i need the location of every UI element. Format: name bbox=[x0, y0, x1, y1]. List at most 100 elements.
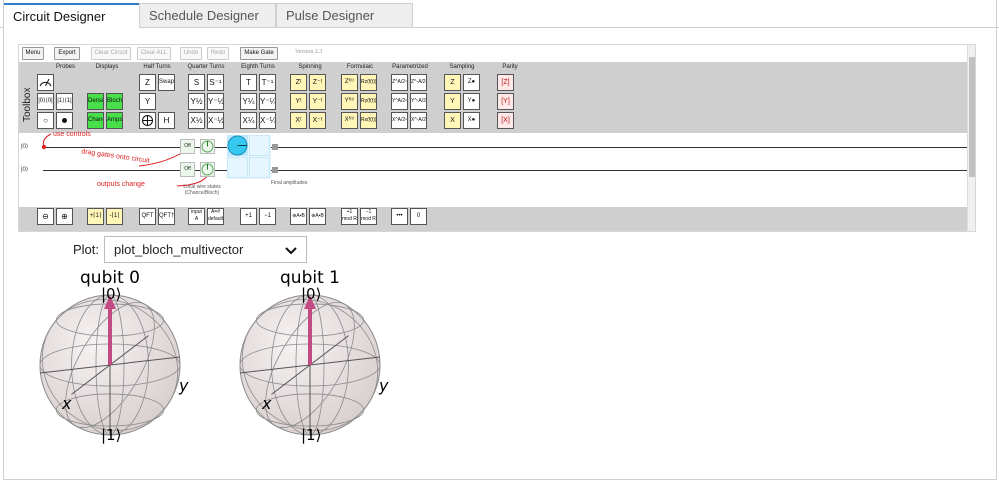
category-formulaic: Formulaic bbox=[346, 64, 374, 70]
use-controls-annotation: use controls bbox=[53, 131, 91, 138]
x-neg-a-gate[interactable]: X^-A/2ⁿ bbox=[410, 112, 427, 129]
toolbox-label: Toolbox bbox=[22, 87, 33, 122]
sample-y-gate[interactable]: Y bbox=[444, 93, 461, 110]
chance-display-gate[interactable]: Chance bbox=[87, 112, 104, 129]
amplitude-cell bbox=[249, 157, 270, 178]
t-inv-gate[interactable]: T⁻¹ bbox=[259, 74, 276, 91]
ry-ft-gate[interactable]: Ry(f(t)) bbox=[360, 93, 377, 110]
plot-type-select[interactable]: plot_bloch_multivector bbox=[104, 236, 307, 263]
final-amplitudes-label: Final amplitudes bbox=[271, 180, 308, 186]
minus-one-gate[interactable]: −1 bbox=[259, 208, 276, 225]
s-inv-gate[interactable]: S⁻¹ bbox=[207, 74, 224, 91]
decrement-gate[interactable]: ⊖ bbox=[37, 208, 54, 225]
control-gate[interactable] bbox=[56, 112, 73, 129]
sample-x-det-gate[interactable]: X● bbox=[463, 112, 480, 129]
y-ft-gate[interactable]: Yᶠ⁽ᵗ⁾ bbox=[341, 93, 358, 110]
plus-one-mod-r-gate[interactable]: +1 mod R bbox=[341, 208, 358, 225]
qft-gate[interactable]: QFT bbox=[139, 208, 156, 225]
probe-0-gate[interactable]: |0⟩⟨0| bbox=[37, 93, 54, 110]
bloch-sphere-qubit-1: qubit 1 |0⟩ |1⟩ x y bbox=[200, 265, 420, 445]
spacer-gate[interactable]: ••• bbox=[391, 208, 408, 225]
x-gate[interactable] bbox=[139, 112, 156, 129]
x-a-gate[interactable]: X^A/2ⁿ bbox=[391, 112, 408, 129]
category-probes: Probes bbox=[55, 64, 75, 70]
x-neg-quarter-gate[interactable]: X⁻¼ bbox=[259, 112, 276, 129]
parity-x-gate[interactable]: [X] bbox=[497, 112, 514, 129]
quirk-frame[interactable]: Menu Export Clear Circuit Clear ALL Undo… bbox=[18, 44, 976, 232]
bloch-mini-icon bbox=[201, 140, 214, 153]
circuit-area[interactable]: |0⟩ |0⟩ use controls drag gates onto cir… bbox=[19, 131, 969, 207]
undo-button[interactable]: Undo bbox=[180, 47, 202, 60]
probe-1-gate[interactable]: |1⟩⟨1| bbox=[56, 93, 73, 110]
xor-icon bbox=[142, 115, 153, 126]
amps-display-gate[interactable]: Amps bbox=[106, 112, 123, 129]
y-neg-a-gate[interactable]: Y^-A/2ⁿ bbox=[410, 93, 427, 110]
x-ft-gate[interactable]: Xᶠ⁽ᵗ⁾ bbox=[341, 112, 358, 129]
xor-ab-gate-2[interactable]: ⊕A•B bbox=[309, 208, 326, 225]
x-neg-t-gate[interactable]: X⁻ᵗ bbox=[309, 112, 326, 129]
s-gate[interactable]: S bbox=[188, 74, 205, 91]
set-a-default-gate[interactable]: A=# default bbox=[207, 208, 224, 225]
rx-ft-gate[interactable]: Rx(f(t)) bbox=[360, 112, 377, 129]
make-gate-button[interactable]: Make Gate bbox=[240, 47, 278, 60]
scrollbar-thumb[interactable] bbox=[969, 57, 975, 177]
redo-button[interactable]: Redo bbox=[207, 47, 229, 60]
density-display-gate[interactable]: Density bbox=[87, 93, 104, 110]
ket-0-label: |0⟩ bbox=[301, 285, 322, 303]
z-t-gate[interactable]: Zᵗ bbox=[290, 74, 307, 91]
quirk-scrollbar[interactable] bbox=[967, 45, 975, 231]
clear-all-button[interactable]: Clear ALL bbox=[137, 47, 171, 60]
z-gate[interactable]: Z bbox=[139, 74, 156, 91]
plus-one-gate[interactable]: +1 bbox=[240, 208, 257, 225]
y-neg-half-gate[interactable]: Y⁻½ bbox=[207, 93, 224, 110]
x-half-gate[interactable]: X½ bbox=[188, 112, 205, 129]
clear-circuit-button[interactable]: Clear Circuit bbox=[91, 47, 131, 60]
x-t-gate[interactable]: Xᵗ bbox=[290, 112, 307, 129]
x-axis-label: x bbox=[262, 394, 272, 413]
h-gate[interactable]: H bbox=[158, 112, 175, 129]
t-gate[interactable]: T bbox=[240, 74, 257, 91]
y-a-gate[interactable]: Y^A/2ⁿ bbox=[391, 93, 408, 110]
z-neg-t-gate[interactable]: Z⁻ᵗ bbox=[309, 74, 326, 91]
amplitude-cell bbox=[249, 135, 270, 156]
bloch-display-gate[interactable]: Bloch bbox=[106, 93, 123, 110]
x-quarter-gate[interactable]: X¼ bbox=[240, 112, 257, 129]
y-neg-t-gate[interactable]: Y⁻ᵗ bbox=[309, 93, 326, 110]
sample-z-det-gate[interactable]: Z● bbox=[463, 74, 480, 91]
rz-ft-gate[interactable]: Rz(f(t)) bbox=[360, 74, 377, 91]
zero-gate[interactable]: 0 bbox=[410, 208, 427, 225]
sample-z-gate[interactable]: Z bbox=[444, 74, 461, 91]
y-gate[interactable]: Y bbox=[139, 93, 156, 110]
measure-gate[interactable] bbox=[37, 74, 54, 91]
sample-x-gate[interactable]: X bbox=[444, 112, 461, 129]
toolbox-2: ⊖ ⊕ +⌈1⌉ -⌈1⌉ QFT QFT† input A A=# defau… bbox=[19, 207, 969, 231]
bloch-display-q0 bbox=[200, 139, 215, 154]
input-a-gate[interactable]: input A bbox=[188, 208, 205, 225]
anti-control-gate[interactable]: ○ bbox=[37, 112, 54, 129]
menu-button[interactable]: Menu bbox=[22, 47, 44, 60]
z-neg-a-gate[interactable]: Z^-A/2ⁿ bbox=[410, 74, 427, 91]
version-label: Version 2.3 bbox=[295, 49, 323, 55]
x-neg-half-gate[interactable]: X⁻½ bbox=[207, 112, 224, 129]
quirk-toolbar: Menu Export Clear Circuit Clear ALL Undo… bbox=[19, 45, 969, 62]
z-a-gate[interactable]: Z^A/2ⁿ bbox=[391, 74, 408, 91]
increment-gate[interactable]: ⊕ bbox=[56, 208, 73, 225]
y-neg-quarter-gate[interactable]: Y⁻¼ bbox=[259, 93, 276, 110]
swap-gate[interactable]: Swap bbox=[158, 74, 175, 91]
y-t-gate[interactable]: Yᵗ bbox=[290, 93, 307, 110]
subtract-gate[interactable]: -⌈1⌉ bbox=[106, 208, 123, 225]
parity-y-gate[interactable]: [Y] bbox=[497, 93, 514, 110]
sample-y-det-gate[interactable]: Y● bbox=[463, 93, 480, 110]
minus-one-mod-r-gate[interactable]: −1 mod R bbox=[360, 208, 377, 225]
parity-z-gate[interactable]: [Z] bbox=[497, 74, 514, 91]
export-button[interactable]: Export bbox=[54, 47, 80, 60]
amplitude-display bbox=[227, 135, 271, 179]
add-gate[interactable]: +⌈1⌉ bbox=[87, 208, 104, 225]
local-wire-states-label: Local wire states (Chance/Bloch) bbox=[183, 184, 221, 196]
qft-inverse-gate[interactable]: QFT† bbox=[158, 208, 175, 225]
category-eighth-turns: Eighth Turns bbox=[241, 64, 275, 70]
y-quarter-gate[interactable]: Y¼ bbox=[240, 93, 257, 110]
xor-ab-gate[interactable]: ⊕A•B bbox=[290, 208, 307, 225]
z-ft-gate[interactable]: Zᶠ⁽ᵗ⁾ bbox=[341, 74, 358, 91]
y-half-gate[interactable]: Y½ bbox=[188, 93, 205, 110]
